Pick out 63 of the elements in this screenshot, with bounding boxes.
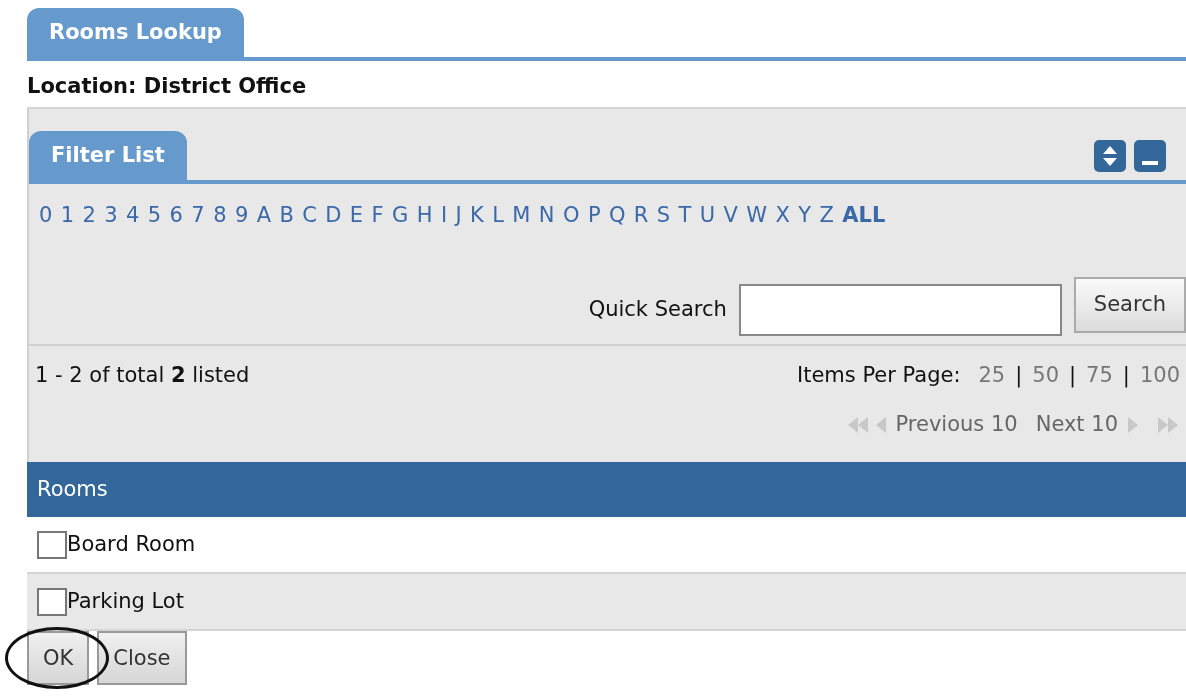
dialog-button[interactable]: Close [97,631,187,686]
letter-link[interactable]: M [512,200,531,232]
search-label: Quick Search [588,296,727,324]
letter-link[interactable]: B [279,200,294,232]
letter-link[interactable]: L [492,200,504,232]
letter-link[interactable]: 1 [60,200,75,232]
letter-link[interactable]: X [775,200,790,232]
page-size-link[interactable]: 75 [1086,362,1113,387]
minimize-icon[interactable] [1134,140,1166,173]
letter-link[interactable]: U [699,200,716,232]
letter-link[interactable]: K [470,200,484,232]
search-button[interactable]: Search [1073,276,1186,333]
separator: | [1015,362,1023,387]
letter-link[interactable]: Q [608,200,626,232]
location-label: Location: District Office [27,73,308,101]
letter-link[interactable]: 8 [213,200,227,232]
letter-link[interactable]: 2 [82,200,96,232]
separator: | [1122,362,1130,387]
letter-link[interactable]: J [455,200,462,232]
page-size-link[interactable]: 50 [1032,362,1059,387]
letter-link[interactable]: 5 [147,200,162,232]
letter-link[interactable]: A [256,200,272,232]
column-header: Rooms [27,461,1186,518]
letter-link[interactable]: S [656,200,671,232]
checkbox[interactable] [37,587,67,616]
search-field[interactable] [738,283,1062,336]
previous-link[interactable]: Previous 10 [895,409,1018,441]
letter-link[interactable]: 7 [191,200,205,232]
tab[interactable]: Rooms Lookup [27,8,244,58]
letter-link[interactable]: Y [798,200,812,232]
page-size-link[interactable]: 100 [1139,362,1180,387]
letter-link[interactable]: 4 [126,200,140,232]
letter-link[interactable]: C [302,200,317,232]
letter-link[interactable]: N [538,200,555,232]
letter-link[interactable]: F [371,200,384,232]
letter-link[interactable]: 3 [104,200,118,232]
items-per-page-label: Items Per Page: [797,362,961,387]
letter-link[interactable]: Z [819,200,834,232]
letter-link[interactable]: G [392,200,409,232]
letter-link[interactable]: E [349,200,364,232]
letter-link[interactable]: W [746,200,768,232]
letter-link[interactable]: ALL [842,200,886,232]
dialog-button[interactable]: OK [27,631,90,686]
tab[interactable]: Filter List [29,130,187,181]
checkbox[interactable] [37,530,67,559]
sort-icon[interactable] [1094,140,1126,173]
room-name: Parking Lot [67,588,184,616]
room-name: Board Room [67,531,196,559]
page-size-link[interactable]: 25 [978,362,1006,387]
letter-link[interactable]: 0 [39,200,53,232]
letter-link[interactable]: O [562,200,580,232]
letter-link[interactable]: H [416,200,433,232]
listing-summary: 1 - 2 of total 2 listed [35,361,250,389]
letter-link[interactable]: P [587,200,601,232]
letter-link[interactable]: T [678,200,692,232]
letter-link[interactable]: 9 [234,200,249,232]
letter-link[interactable]: 6 [169,200,183,232]
next-link[interactable]: Next 10 [1035,409,1118,441]
letter-link[interactable]: I [440,200,448,232]
separator: | [1069,362,1077,387]
letter-link[interactable]: D [325,200,342,232]
letter-link[interactable]: R [633,200,649,232]
letter-link[interactable]: V [723,200,738,232]
